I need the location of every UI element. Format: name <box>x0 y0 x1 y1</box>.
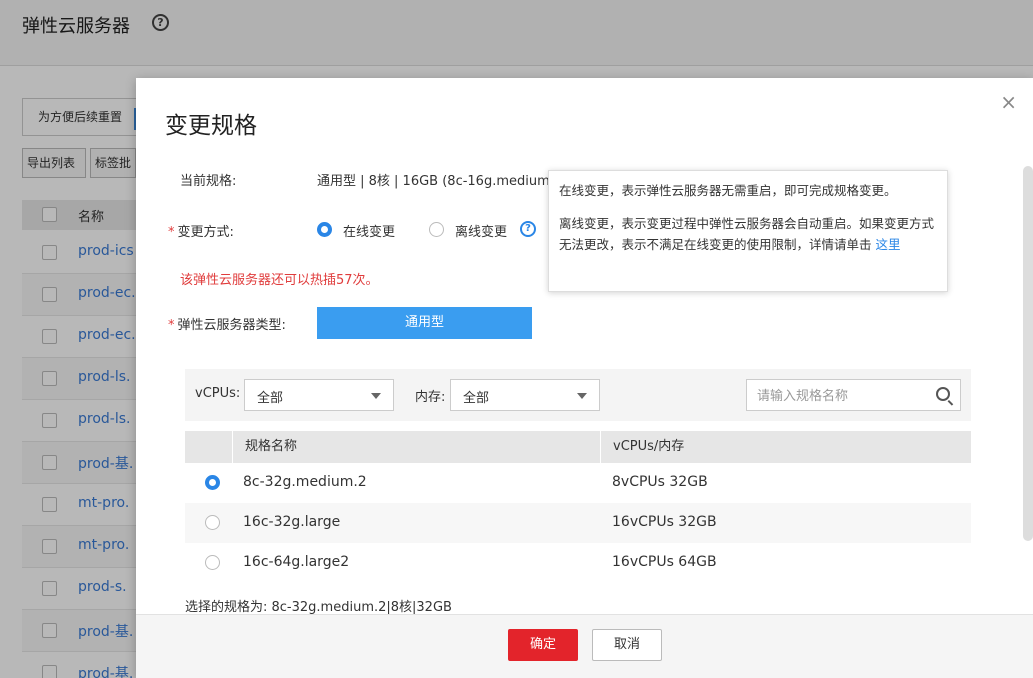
resize-spec-dialog: 变更规格 × 当前规格: 通用型 | 8核 | 16GB (8c-16g.med… <box>136 78 1033 678</box>
memory-select[interactable]: 全部 <box>450 379 600 411</box>
spec-search-input[interactable] <box>757 386 922 406</box>
memory-select-value: 全部 <box>463 391 490 406</box>
chevron-down-icon <box>371 393 381 399</box>
server-type-label-text: 弹性云服务器类型: <box>177 318 286 333</box>
current-spec-value: 通用型 | 8核 | 16GB (8c-16g.medium <box>317 174 549 189</box>
vcpus-select[interactable]: 全部 <box>244 379 394 411</box>
question-icon[interactable]: ? <box>520 221 536 237</box>
spec-name-cell: 16c-32g.large <box>243 514 341 530</box>
server-type-label: * 弹性云服务器类型: <box>168 318 286 333</box>
dialog-footer: 确定 取消 <box>136 614 1033 678</box>
table-row[interactable]: 16c-64g.large2 16vCPUs 64GB <box>185 543 971 583</box>
tooltip-online-text: 在线变更，表示弹性云服务器无需重启，即可完成规格变更。 <box>559 183 897 198</box>
chevron-down-icon <box>577 393 587 399</box>
column-header-vcpu-memory: vCPUs/内存 <box>600 431 971 463</box>
vcpus-filter-label: vCPUs: <box>195 386 241 401</box>
hotplug-warning: 该弹性云服务器还可以热插57次。 <box>180 273 379 288</box>
tooltip-details-link[interactable]: 这里 <box>876 237 901 252</box>
spec-name-cell: 16c-64g.large2 <box>243 554 350 570</box>
server-type-general-button[interactable]: 通用型 <box>317 307 532 339</box>
tooltip-offline-paragraph: 离线变更，表示变更过程中弹性云服务器会自动重启。如果变更方式无法更改，表示不满足… <box>559 213 937 255</box>
table-row[interactable]: 16c-32g.large 16vCPUs 32GB <box>185 503 971 543</box>
filter-bar: vCPUs: 全部 内存: 全部 <box>185 369 971 421</box>
column-header-spec-name: 规格名称 <box>232 431 600 463</box>
vcpus-select-value: 全部 <box>257 391 284 406</box>
selected-spec-summary: 选择的规格为: 8c-32g.medium.2|8核|32GB <box>185 600 452 615</box>
dialog-scrollbar[interactable] <box>1023 166 1033 541</box>
confirm-button[interactable]: 确定 <box>508 629 578 661</box>
spec-name-cell: 8c-32g.medium.2 <box>243 474 367 490</box>
dialog-title: 变更规格 <box>165 113 257 139</box>
memory-filter-label: 内存: <box>415 390 446 405</box>
cancel-button[interactable]: 取消 <box>592 629 662 661</box>
current-spec-label: 当前规格: <box>180 174 237 189</box>
change-mode-tooltip: 在线变更，表示弹性云服务器无需重启，即可完成规格变更。 离线变更，表示变更过程中… <box>548 170 948 292</box>
change-mode-label: * 变更方式: <box>168 225 234 240</box>
close-icon[interactable]: × <box>1000 90 1017 114</box>
radio-online-change-label[interactable]: 在线变更 <box>343 221 395 240</box>
row-radio[interactable] <box>205 555 220 570</box>
spec-table-header: 规格名称 vCPUs/内存 <box>185 431 971 463</box>
radio-offline-change[interactable] <box>429 222 444 237</box>
row-radio[interactable] <box>205 515 220 530</box>
radio-online-change[interactable] <box>317 222 332 237</box>
spec-value-cell: 16vCPUs 32GB <box>612 514 717 530</box>
table-row[interactable]: 8c-32g.medium.2 8vCPUs 32GB <box>185 463 971 503</box>
spec-value-cell: 8vCPUs 32GB <box>612 474 708 490</box>
search-icon[interactable] <box>936 387 950 401</box>
change-mode-label-text: 变更方式: <box>177 225 234 240</box>
spec-search-box[interactable] <box>746 379 961 411</box>
radio-offline-change-label[interactable]: 离线变更 <box>455 221 507 240</box>
spec-value-cell: 16vCPUs 64GB <box>612 554 717 570</box>
row-radio-selected[interactable] <box>205 475 220 490</box>
